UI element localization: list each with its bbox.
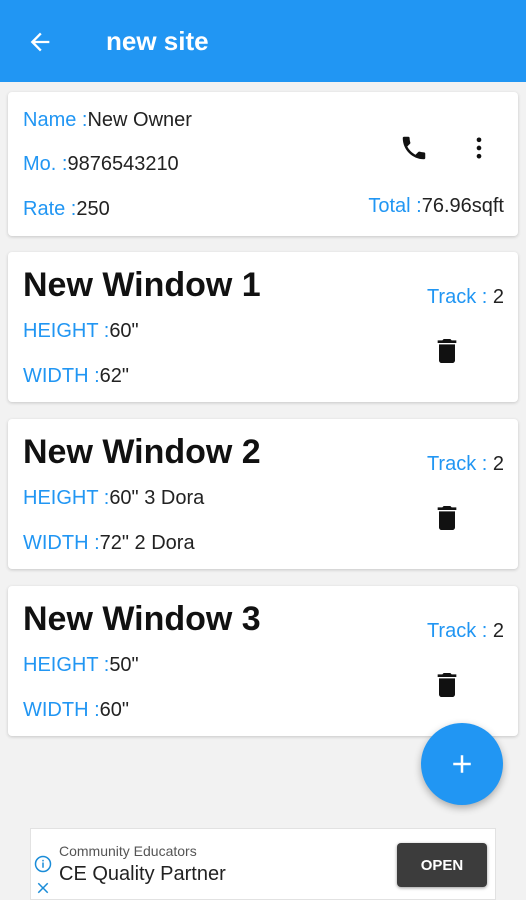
add-icon — [453, 755, 471, 773]
total-value: 76.96sqft — [421, 195, 504, 217]
window-width-row: WIDTH :60" — [23, 699, 129, 722]
width-value: 60" — [99, 699, 130, 721]
window-track-row: Track : 2 — [427, 453, 504, 476]
window-title: New Window 3 — [23, 600, 261, 638]
name-value: New Owner — [87, 109, 192, 131]
window-card-1[interactable]: New Window 1 HEIGHT :60" WIDTH :62" Trac… — [8, 252, 518, 402]
rate-label: Rate : — [23, 198, 77, 220]
mobile-value: 9876543210 — [67, 153, 179, 175]
height-value: 60" 3 Dora — [109, 487, 205, 509]
delete-icon — [437, 339, 457, 363]
delete-icon — [437, 673, 457, 697]
window-title: New Window 1 — [23, 266, 261, 304]
delete-icon — [437, 506, 457, 530]
window-card-2[interactable]: New Window 2 HEIGHT :60" 3 Dora WIDTH :7… — [8, 419, 518, 569]
height-label: HEIGHT : — [23, 320, 110, 342]
height-value: 50" — [109, 654, 139, 676]
more-vert-icon — [476, 137, 482, 159]
total-label: Total : — [368, 195, 422, 217]
track-label: Track : — [426, 453, 493, 475]
owner-rate-row: Rate :250 — [23, 198, 110, 221]
window-height-row: HEIGHT :60" — [23, 320, 139, 343]
add-window-fab[interactable] — [421, 723, 503, 805]
more-options-button[interactable] — [463, 130, 495, 166]
ad-headline: CE Quality Partner — [59, 863, 226, 885]
app-bar: new site — [0, 0, 526, 82]
owner-card: Name :New Owner Mo. :9876543210 Rate :25… — [8, 92, 518, 236]
mobile-label: Mo. : — [23, 153, 68, 175]
window-card-3[interactable]: New Window 3 HEIGHT :50" WIDTH :60" Trac… — [8, 586, 518, 736]
name-label: Name : — [23, 109, 88, 131]
close-icon[interactable] — [34, 879, 52, 897]
height-label: HEIGHT : — [23, 654, 110, 676]
window-title: New Window 2 — [23, 433, 261, 471]
call-button[interactable] — [396, 130, 432, 166]
window-width-row: WIDTH :72" 2 Dora — [23, 532, 195, 555]
page-title: new site — [106, 26, 209, 56]
width-label: WIDTH : — [23, 532, 100, 554]
window-height-row: HEIGHT :60" 3 Dora — [23, 487, 204, 510]
width-value: 72" 2 Dora — [99, 532, 195, 554]
width-label: WIDTH : — [23, 699, 100, 721]
owner-total-row: Total :76.96sqft — [368, 195, 504, 218]
delete-window-button[interactable] — [428, 666, 466, 704]
info-icon[interactable] — [34, 855, 52, 873]
back-button[interactable] — [22, 24, 58, 60]
track-value: 2 — [492, 620, 504, 642]
window-track-row: Track : 2 — [427, 620, 504, 643]
phone-icon — [402, 136, 426, 160]
window-track-row: Track : 2 — [427, 286, 504, 309]
window-height-row: HEIGHT :50" — [23, 654, 139, 677]
track-value: 2 — [492, 286, 504, 308]
track-label: Track : — [426, 620, 493, 642]
arrow-back-icon — [30, 32, 50, 52]
height-value: 60" — [109, 320, 139, 342]
width-value: 62" — [99, 365, 130, 387]
owner-mobile-row: Mo. :9876543210 — [23, 153, 179, 176]
track-label: Track : — [426, 286, 493, 308]
owner-name-row: Name :New Owner — [23, 109, 192, 132]
delete-window-button[interactable] — [428, 499, 466, 537]
ad-advertiser: Community Educators — [59, 843, 197, 859]
rate-value: 250 — [76, 198, 110, 220]
delete-window-button[interactable] — [428, 332, 466, 370]
window-width-row: WIDTH :62" — [23, 365, 129, 388]
height-label: HEIGHT : — [23, 487, 110, 509]
width-label: WIDTH : — [23, 365, 100, 387]
ad-banner[interactable]: Community Educators CE Quality Partner O… — [30, 828, 496, 900]
ad-open-button[interactable]: OPEN — [397, 843, 487, 887]
track-value: 2 — [492, 453, 504, 475]
